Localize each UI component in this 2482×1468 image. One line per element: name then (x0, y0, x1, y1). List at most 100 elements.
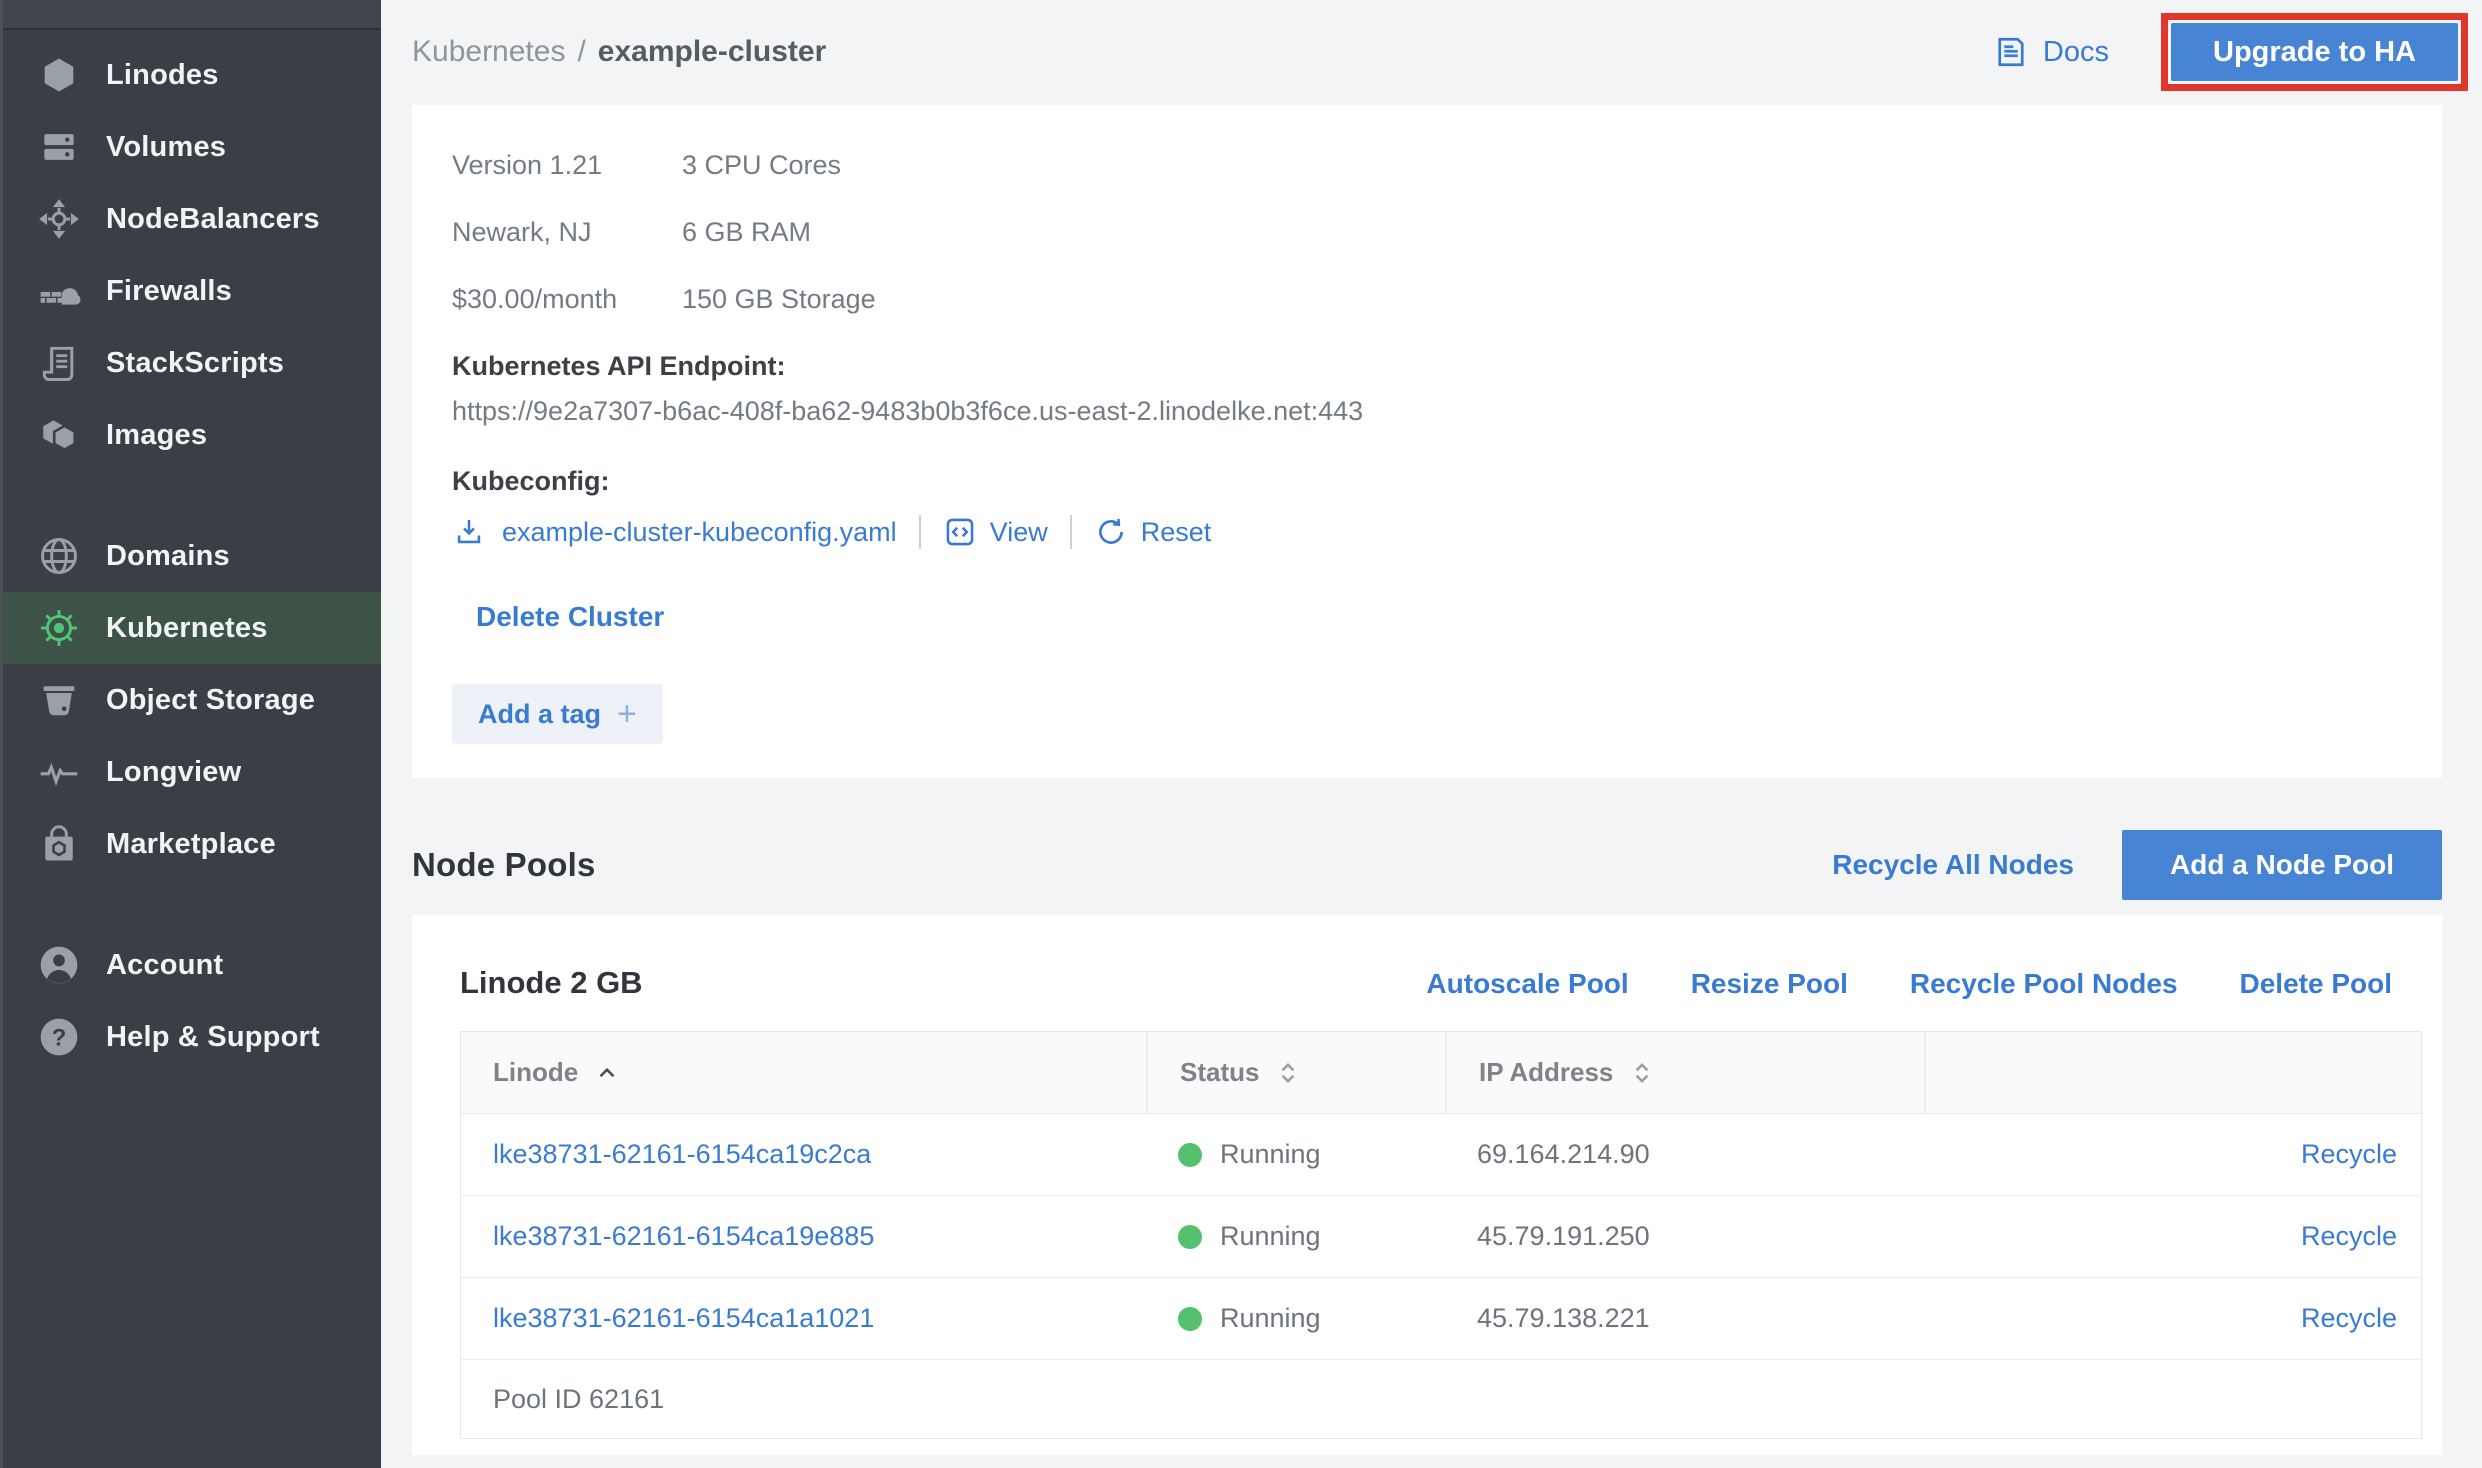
docs-label: Docs (2043, 36, 2109, 69)
sidebar-item-label: Account (106, 949, 223, 982)
sidebar-item-label: Images (106, 419, 207, 452)
node-pool-panel: Linode 2 GB Autoscale Pool Resize Pool R… (412, 915, 2442, 1455)
delete-pool-link[interactable]: Delete Pool (2240, 968, 2392, 1000)
sort-both-icon (1629, 1060, 1655, 1086)
recycle-node-link[interactable]: Recycle (2301, 1303, 2397, 1334)
table-row: lke38731-62161-6154ca1a1021 Running 45.7… (461, 1278, 2421, 1360)
upgrade-to-ha-button[interactable]: Upgrade to HA (2171, 23, 2458, 81)
add-tag-label: Add a tag (478, 699, 601, 730)
nav-group-compute: Linodes Volumes NodeBalancers Firewalls (3, 39, 381, 471)
resize-pool-link[interactable]: Resize Pool (1691, 968, 1848, 1000)
breadcrumb-separator: / (577, 35, 585, 69)
sidebar-item-help-support[interactable]: ? Help & Support (3, 1001, 381, 1073)
spec-row: Newark, NJ 6 GB RAM (452, 217, 2402, 247)
images-icon (36, 412, 82, 458)
column-header-linode[interactable]: Linode (461, 1032, 1146, 1113)
autoscale-pool-link[interactable]: Autoscale Pool (1426, 968, 1628, 1000)
breadcrumb-section[interactable]: Kubernetes (412, 35, 565, 69)
sidebar: Linodes Volumes NodeBalancers Firewalls (0, 0, 381, 1468)
kubeconfig-file-link[interactable]: example-cluster-kubeconfig.yaml (502, 517, 897, 548)
longview-icon (36, 749, 82, 795)
sidebar-item-marketplace[interactable]: Marketplace (3, 808, 381, 880)
table-row: lke38731-62161-6154ca19e885 Running 45.7… (461, 1196, 2421, 1278)
cluster-ram: 6 GB RAM (682, 217, 811, 247)
sidebar-item-linodes[interactable]: Linodes (3, 39, 381, 111)
status-running-icon (1178, 1143, 1202, 1167)
svg-text:?: ? (52, 1024, 67, 1051)
divider (919, 515, 921, 549)
sidebar-item-firewalls[interactable]: Firewalls (3, 255, 381, 327)
tags-row: Add a tag + (452, 634, 2402, 744)
sidebar-item-label: Firewalls (106, 275, 232, 308)
main-content: Kubernetes / example-cluster Docs Upgrad… (381, 0, 2482, 1468)
delete-cluster-button[interactable]: Delete Cluster (476, 600, 664, 634)
download-icon[interactable] (452, 515, 486, 549)
kubeconfig-label: Kubeconfig: (452, 466, 2402, 496)
node-link[interactable]: lke38731-62161-6154ca19c2ca (493, 1139, 871, 1170)
nav-group-services: Domains Kubernetes Object Storage Longvi… (3, 520, 381, 880)
sidebar-item-volumes[interactable]: Volumes (3, 111, 381, 183)
recycle-all-nodes-link[interactable]: Recycle All Nodes (1832, 849, 2074, 881)
status-text: Running (1220, 1139, 1321, 1170)
sidebar-item-domains[interactable]: Domains (3, 520, 381, 592)
stackscripts-icon (36, 340, 82, 386)
nav-group-account: Account ? Help & Support (3, 929, 381, 1073)
ip-address: 45.79.138.221 (1477, 1303, 1650, 1334)
sidebar-item-label: Volumes (106, 131, 226, 164)
ip-address: 45.79.191.250 (1477, 1221, 1650, 1252)
sidebar-item-images[interactable]: Images (3, 399, 381, 471)
view-label: View (990, 517, 1048, 548)
status-running-icon (1178, 1225, 1202, 1249)
domains-icon (36, 533, 82, 579)
sidebar-item-stackscripts[interactable]: StackScripts (3, 327, 381, 399)
firewalls-icon (36, 268, 82, 314)
node-pools-actions: Recycle All Nodes Add a Node Pool (1832, 830, 2442, 900)
marketplace-icon (36, 821, 82, 867)
column-header-status[interactable]: Status (1146, 1032, 1445, 1113)
node-pools-title: Node Pools (412, 846, 596, 884)
column-header-actions (1924, 1032, 2421, 1113)
sidebar-item-account[interactable]: Account (3, 929, 381, 1001)
pool-id: Pool ID 62161 (493, 1384, 664, 1415)
ip-address: 69.164.214.90 (1477, 1139, 1650, 1170)
node-link[interactable]: lke38731-62161-6154ca19e885 (493, 1221, 874, 1252)
sidebar-item-nodebalancers[interactable]: NodeBalancers (3, 183, 381, 255)
sidebar-item-label: Domains (106, 540, 230, 573)
recycle-pool-nodes-link[interactable]: Recycle Pool Nodes (1910, 968, 2178, 1000)
add-tag-button[interactable]: Add a tag + (452, 684, 663, 744)
help-icon: ? (36, 1014, 82, 1060)
view-kubeconfig-button[interactable]: View (943, 515, 1048, 549)
delete-cluster-row: Delete Cluster (452, 552, 2402, 634)
docs-link[interactable]: Docs (1993, 34, 2109, 70)
sidebar-item-object-storage[interactable]: Object Storage (3, 664, 381, 736)
nodebalancers-icon (36, 196, 82, 242)
add-node-pool-button[interactable]: Add a Node Pool (2122, 830, 2442, 900)
docs-icon (1993, 34, 2029, 70)
view-code-icon (943, 515, 977, 549)
reset-label: Reset (1141, 517, 1212, 548)
node-link[interactable]: lke38731-62161-6154ca1a1021 (493, 1303, 874, 1334)
cluster-summary-panel: Version 1.21 3 CPU Cores Newark, NJ 6 GB… (412, 105, 2442, 778)
sidebar-item-label: Linodes (106, 59, 219, 92)
pool-header: Linode 2 GB Autoscale Pool Resize Pool R… (412, 915, 2442, 1031)
column-label: Linode (493, 1057, 578, 1088)
sidebar-item-label: Kubernetes (106, 612, 268, 645)
recycle-node-link[interactable]: Recycle (2301, 1221, 2397, 1252)
sidebar-item-kubernetes[interactable]: Kubernetes (3, 592, 381, 664)
cluster-storage: 150 GB Storage (682, 284, 876, 314)
cluster-price: $30.00/month (452, 284, 682, 314)
table-row: lke38731-62161-6154ca19c2ca Running 69.1… (461, 1114, 2421, 1196)
cluster-region: Newark, NJ (452, 217, 682, 247)
column-header-ip[interactable]: IP Address (1445, 1032, 1924, 1113)
reset-kubeconfig-button[interactable]: Reset (1094, 515, 1212, 549)
column-label: IP Address (1479, 1057, 1613, 1088)
annotation-highlight: Upgrade to HA (2161, 13, 2468, 91)
recycle-node-link[interactable]: Recycle (2301, 1139, 2397, 1170)
sidebar-item-label: Longview (106, 756, 241, 789)
spec-row: Version 1.21 3 CPU Cores (452, 150, 2402, 180)
sort-ascending-icon (594, 1060, 620, 1086)
sidebar-item-longview[interactable]: Longview (3, 736, 381, 808)
sidebar-item-label: NodeBalancers (106, 203, 320, 236)
object-storage-icon (36, 677, 82, 723)
linode-icon (36, 52, 82, 98)
